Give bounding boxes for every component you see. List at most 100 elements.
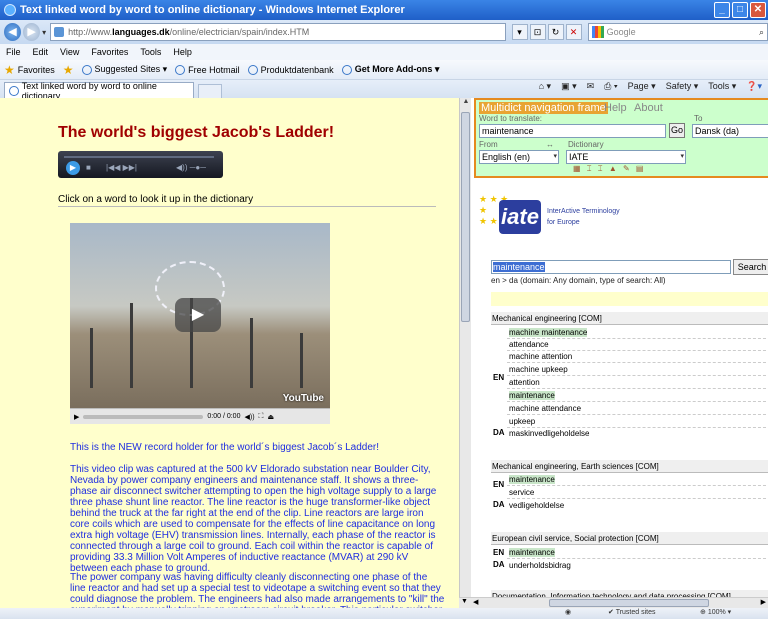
scroll-right-icon[interactable]: ▶ [761,598,766,606]
iate-tagline: InterActive Terminology for Europe [547,206,620,228]
close-button[interactable]: ✕ [750,2,766,18]
fav-suggested-sites[interactable]: Suggested Sites ▾ [81,64,167,75]
video-progress-bar[interactable] [83,414,204,419]
chevron-down-icon: ▾ [680,153,684,160]
video-controls: ▶ 0:00 / 0:00 ◀)) ⛶ ⏏ [70,408,330,424]
home-icon[interactable]: ⌂ ▾ [539,81,551,92]
menu-tools[interactable]: Tools [140,47,161,57]
feeds-icon[interactable]: ▣ ▾ [561,81,577,92]
tower-shape [300,333,303,388]
tab-current[interactable]: Text linked word by word to online dicti… [4,81,194,101]
print-icon[interactable]: ⎙ ▾ [604,81,617,92]
fav-get-more-addons[interactable]: Get More Add-ons ▾ [341,64,439,75]
paragraph-2[interactable]: This video clip was captured at the 500 … [70,464,445,574]
term-entry[interactable]: maintenance [507,474,768,486]
multidict-help-link[interactable]: Help [604,102,627,114]
player-prev-icon[interactable]: |◀◀ ▶▶| [106,163,137,172]
menu-favorites[interactable]: Favorites [91,47,128,57]
search-icon[interactable]: ⌕ [759,27,764,38]
page-heading: The world's biggest Jacob's Ladder! [58,124,335,141]
address-dropdown-button[interactable]: ▾ [511,24,528,40]
term-entry[interactable]: service [507,487,768,499]
favorites-button[interactable]: ★ Favorites [4,63,55,77]
video-fullscreen-icon[interactable]: ⛶ [259,413,264,421]
youtube-logo[interactable]: YouTube [283,393,324,404]
mail-icon[interactable]: ✉ [587,81,595,92]
h-scroll-thumb[interactable] [549,599,709,607]
term-entry[interactable]: maintenance [507,547,768,559]
page-menu[interactable]: Page ▾ [628,81,656,92]
safety-menu[interactable]: Safety ▾ [666,81,699,92]
menu-view[interactable]: View [60,47,79,57]
term-entry[interactable]: maintenance [507,390,768,402]
tools-menu[interactable]: Tools ▾ [708,81,736,92]
favorites-label: Favorites [17,64,55,75]
term-entry[interactable]: underholdsbidrag [493,560,757,572]
search-box[interactable]: Google ⌕ [587,23,768,41]
term-entry[interactable]: maskinvedligeholdelse [493,428,757,440]
dictionary-select[interactable]: IATE ▾ [566,150,686,164]
refresh-icon[interactable]: ↻ [547,24,564,40]
minimize-button[interactable]: _ [714,2,730,18]
chevron-down-icon: ▾ [553,153,557,160]
maximize-button[interactable]: □ [732,2,748,18]
video-volume-icon[interactable]: ◀)) [244,413,254,421]
horizontal-scrollbar[interactable]: ▼ ◀ ▶ [459,597,768,608]
to-language-select[interactable]: Dansk (da)▾ [692,124,768,138]
forward-button[interactable]: ▶ [23,23,41,41]
from-language-select[interactable]: English (en) ▾ [479,150,559,164]
player-seek-bar[interactable] [64,156,214,158]
trusted-zone[interactable]: ✔ Trusted sites [608,608,656,616]
window-title: Text linked word by word to online dicti… [20,4,405,16]
vertical-scrollbar[interactable]: ▲ [459,98,471,608]
fav-produktdatenbank[interactable]: Produktdatenbank [247,64,334,75]
term-entry[interactable]: machine attention [507,351,768,363]
player-play-icon[interactable]: ▶ [66,161,80,175]
compat-view-icon[interactable]: ⊡ [529,24,546,40]
go-button[interactable]: Go [669,123,685,138]
term-entry[interactable]: attention [507,377,768,389]
section-heading: Mechanical engineering, Earth sciences [… [491,460,768,473]
scroll-left-icon[interactable]: ◀ [473,598,478,606]
menu-file[interactable]: File [6,47,21,57]
word-input[interactable]: maintenance [479,124,666,138]
video-play-button[interactable]: ▶ [175,298,221,332]
term-entry[interactable]: machine upkeep [507,364,768,376]
video-frame[interactable]: ▶ YouTube [70,223,330,408]
stop-icon[interactable]: ✕ [565,24,582,40]
paragraph-1[interactable]: This is the NEW record holder for the wo… [70,442,445,453]
paragraph-3[interactable]: The power company was having difficulty … [70,572,445,608]
history-dropdown[interactable]: ▾ [42,28,46,37]
menu-edit[interactable]: Edit [33,47,49,57]
multidict-about-link[interactable]: About [634,102,663,114]
from-value: English (en) [482,152,531,162]
help-icon[interactable]: ❓▾ [746,81,762,92]
fav-free-hotmail[interactable]: Free Hotmail [175,64,240,75]
term-entry[interactable]: upkeep [507,416,768,428]
video-play-icon[interactable]: ▶ [74,413,79,421]
player-stop-icon[interactable]: ■ [86,163,91,172]
term-entry[interactable]: machine attendance [507,403,768,415]
new-tab-button[interactable] [198,84,222,98]
video-popout-icon[interactable]: ⏏ [267,413,274,421]
zone-label: Trusted sites [615,609,656,616]
scroll-thumb[interactable] [461,112,470,322]
back-button[interactable]: ◀ [4,23,22,41]
address-bar[interactable]: http://www. languages.dk/online/electrici… [50,23,506,41]
dictionary-icons[interactable]: ▦ ⌶ ⌶ ▲ ✎ ▤ [573,164,645,174]
swap-icon[interactable]: ↔ [546,140,554,149]
page-icon [54,27,65,37]
zoom-control[interactable]: ⊕ 100% ▾ [700,608,731,616]
player-volume-icon[interactable]: ◀)) ─●─ [176,163,206,172]
term-entry[interactable]: vedligeholdelse [493,500,757,512]
term-entry[interactable]: machine maintenance [507,327,768,339]
section-heading: Mechanical engineering [COM] [491,312,768,325]
add-favorite-button[interactable]: ★ [63,63,74,77]
menu-help[interactable]: Help [173,47,192,57]
iate-search-input[interactable]: maintenance [491,260,731,274]
scroll-down-icon[interactable]: ▼ [461,598,468,605]
audio-player[interactable]: ▶ ■ |◀◀ ▶▶| ◀)) ─●─ [58,151,223,178]
term-entry[interactable]: attendance [507,339,768,351]
iate-search-button[interactable]: Search [733,259,768,275]
ie-page-icon [81,64,92,75]
